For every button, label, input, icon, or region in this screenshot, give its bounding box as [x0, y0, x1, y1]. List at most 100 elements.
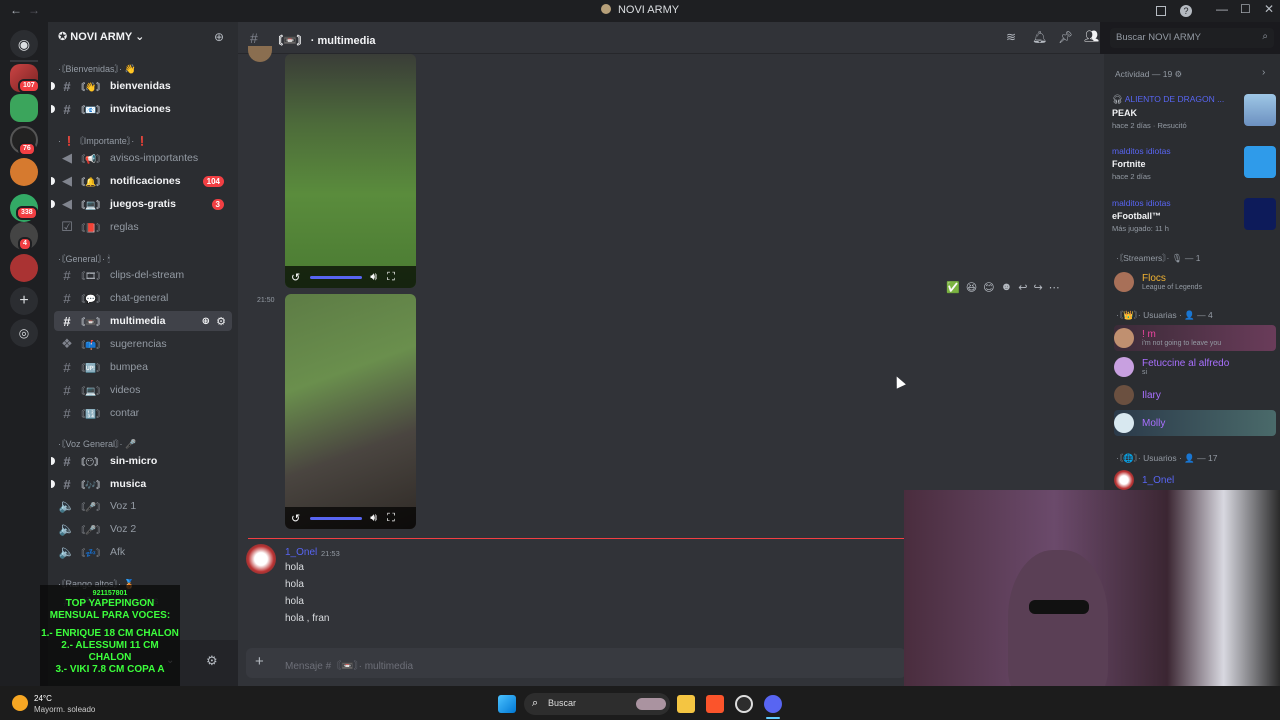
category-header[interactable]: · ❗〘Importante〙· ❗ [58, 134, 148, 147]
app-icon[interactable] [735, 695, 753, 713]
add-reaction-icon[interactable]: ☻ [1001, 281, 1013, 293]
channel-sin-micro[interactable]: # 〘😶〙 sin-micro [51, 451, 232, 471]
channel-prefix: 〘🔔〙 [76, 176, 106, 187]
gear-icon[interactable]: ⚙ [1175, 69, 1183, 79]
file-explorer-icon[interactable] [677, 695, 695, 713]
active-app-indicator [766, 717, 780, 719]
discord-app-icon[interactable] [764, 695, 782, 713]
message-time: 21:53 [321, 549, 340, 558]
avatar [1114, 357, 1134, 377]
message-composer[interactable]: + Mensaje #〘📼〙· multimedia [246, 648, 906, 678]
channel-reglas[interactable]: ☑ 〘📕〙 reglas [54, 217, 232, 237]
emoji-reaction-icon[interactable]: 😆 [966, 281, 977, 294]
discord-home-icon[interactable]: ◉ [10, 30, 38, 58]
video-attachment[interactable]: ↺ 🔊︎ ⛶ [285, 54, 416, 288]
server-badge: 107 [18, 79, 40, 93]
fullscreen-icon[interactable]: ⛶ [387, 512, 395, 525]
category-header[interactable]: ·〘Bienvenidas〙· 👋 [58, 62, 136, 75]
voice-channel-afk[interactable]: 🔈 〘💤〙 Afk [54, 542, 232, 562]
channel-invitaciones[interactable]: # 〘📧〙 invitaciones [51, 99, 232, 119]
server-icon[interactable] [10, 158, 38, 186]
voice-channel-voz-1[interactable]: 🔈 〘🎤〙 Voz 1 [54, 496, 232, 516]
voice-channel-voz-2[interactable]: 🔈 〘🎤〙 Voz 2 [54, 519, 232, 539]
video-progress[interactable] [310, 516, 363, 520]
channel-bumpea[interactable]: # 〘🆙〙 bumpea [54, 357, 232, 377]
channel-label: sin-micro [110, 455, 158, 467]
bell-icon[interactable]: 🔔︎ [1032, 30, 1047, 44]
category-header[interactable]: ·〘Voz General〙· 🎤 [58, 437, 136, 450]
gear-icon[interactable]: ⚙ [206, 653, 218, 669]
channel-contar[interactable]: # 〘🔢〙 contar [54, 403, 232, 423]
activity-card[interactable]: 🎧︎ ALIENTO DE DRAGON ... PEAK hace 2 día… [1112, 94, 1276, 130]
server-header[interactable]: ✪ NOVI ARMY ⌄ [58, 30, 144, 43]
forward-icon[interactable]: ↪ [1033, 281, 1042, 294]
windows-start-icon[interactable] [498, 695, 516, 713]
threads-icon[interactable]: ≋ [1006, 30, 1016, 44]
member-item[interactable]: Flocs League of Legends [1114, 269, 1276, 295]
volume-icon[interactable]: 🔊︎ [370, 271, 377, 284]
add-attachment-icon[interactable]: + [255, 653, 264, 670]
activity-card[interactable]: malditos idiotas eFootball™ Más jugado: … [1112, 198, 1276, 233]
member-group-header: ·〘Streamers〙· 🎙 — 1 [1116, 253, 1201, 263]
channel-prefix: 〘🎶〙 [76, 479, 106, 490]
game-thumbnail [1244, 146, 1276, 178]
member-name: Flocs [1142, 273, 1166, 284]
channel-avisos-importantes[interactable]: ◀ 〘📢〙 avisos-importantes [54, 148, 232, 168]
channel-videos[interactable]: # 〘💻〙 videos [54, 380, 232, 400]
member-item[interactable]: Fetuccine al alfredo si [1114, 354, 1276, 380]
video-progress[interactable] [310, 275, 363, 279]
add-member-icon[interactable]: ⊕ [214, 30, 224, 44]
weather-sun-icon [12, 695, 28, 711]
fullscreen-icon[interactable]: ⛶ [387, 271, 395, 284]
window-title-text: NOVI ARMY [617, 4, 680, 16]
discover-icon[interactable]: ◎ [10, 319, 38, 347]
video-attachment[interactable]: ↺ 🔊︎ ⛶ [285, 294, 416, 529]
help-icon[interactable]: ? [1180, 5, 1192, 17]
member-status: League of Legends [1142, 284, 1202, 291]
reply-icon[interactable]: ↩ [1018, 281, 1027, 294]
maximize-icon[interactable]: ☐ [1240, 2, 1251, 16]
channel-notificaciones[interactable]: ◀ 〘🔔〙 notificaciones 104 [51, 171, 232, 191]
channel-prefix: 〘🎞〙 [76, 270, 106, 281]
check-reaction-icon[interactable]: ✅ [946, 281, 960, 294]
minimize-icon[interactable]: — [1216, 2, 1228, 16]
hash-icon: # [63, 405, 71, 421]
weather-temp[interactable]: 24°C [34, 694, 52, 703]
member-item[interactable]: Ilary [1114, 382, 1276, 408]
speaker-icon: 🔈 [58, 544, 76, 559]
volume-icon[interactable]: 🔊︎ [370, 512, 377, 525]
more-icon[interactable]: ⋯ [1049, 281, 1060, 294]
channel-multimedia[interactable]: # 〘📼〙 multimedia ⊕ ⚙ [54, 311, 232, 331]
add-server-icon[interactable]: + [10, 287, 38, 315]
message-author[interactable]: 1_Onel [285, 547, 317, 558]
pin-icon[interactable]: 📌︎ [1058, 30, 1073, 44]
channel-sugerencias[interactable]: ❖ 〘📫〙 sugerencias [54, 334, 232, 354]
channel-clips-del-stream[interactable]: # 〘🎞〙 clips-del-stream [54, 265, 232, 285]
add-member-icon[interactable]: ⊕ [202, 316, 210, 327]
search-input[interactable]: Buscar NOVI ARMY ⌕ [1110, 28, 1274, 48]
server-icon[interactable] [10, 254, 38, 282]
members-icon[interactable]: 👥︎ [1084, 29, 1099, 43]
replay-icon[interactable]: ↺ [291, 271, 300, 284]
channel-chat-general[interactable]: # 〘💬〙 chat-general [54, 288, 232, 308]
avatar[interactable] [246, 544, 276, 574]
close-icon[interactable]: ✕ [1264, 2, 1274, 16]
gear-icon[interactable]: ⚙ [216, 315, 226, 328]
taskbar-search[interactable]: ⌕ Buscar [524, 693, 670, 715]
chevron-right-icon[interactable]: › [1262, 67, 1265, 78]
member-item[interactable]: ! m i'm not going to leave you [1114, 325, 1276, 351]
activity-card[interactable]: malditos idiotas Fortnite hace 2 días [1112, 146, 1276, 181]
category-header[interactable]: ·〘General〙· 🕯 [58, 252, 110, 265]
channel-bienvenidas[interactable]: # 〘👋〙 bienvenidas [51, 76, 232, 96]
server-icon[interactable] [10, 94, 38, 122]
weather-desc[interactable]: Mayorm. soleado [34, 705, 95, 714]
hash-icon: # [63, 453, 71, 469]
emoji-reaction-icon[interactable]: 😊 [983, 281, 994, 294]
replay-icon[interactable]: ↺ [291, 512, 300, 525]
member-item[interactable]: Molly [1114, 410, 1276, 436]
inbox-icon[interactable] [1156, 6, 1166, 16]
channel-musica[interactable]: # 〘🎶〙 musica [51, 474, 232, 494]
channel-label: bumpea [110, 361, 148, 373]
brave-browser-icon[interactable] [706, 695, 724, 713]
channel-juegos-gratis[interactable]: ◀ 〘💻〙 juegos-gratis 3 [51, 194, 232, 214]
